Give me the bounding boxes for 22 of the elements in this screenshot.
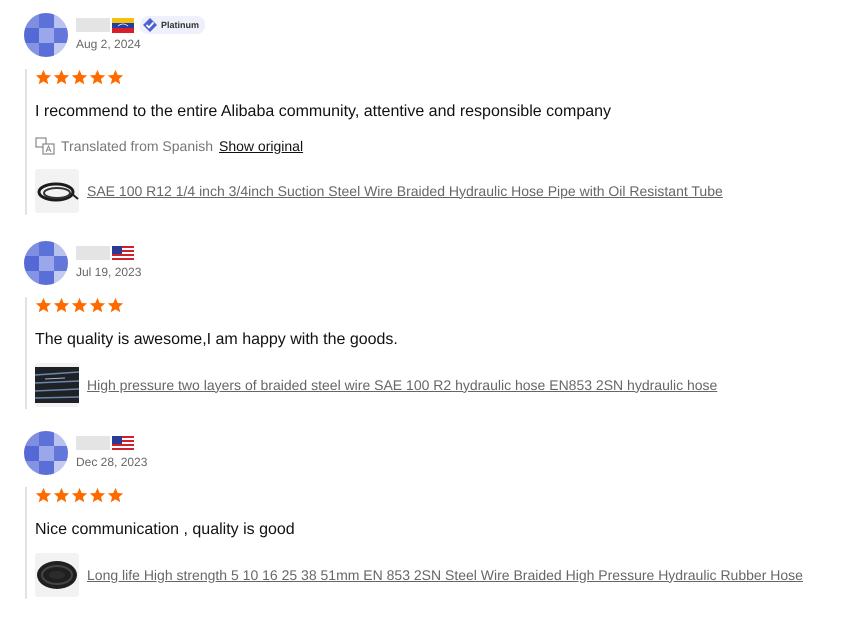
product-link[interactable]: High pressure two layers of braided steel wire SAE 100 R2 hydraulic hose EN853 2SN hydraulic hose <box>87 374 718 396</box>
flag-icon <box>112 246 134 260</box>
review-date: Jul 19, 2023 <box>76 265 142 279</box>
translate-icon <box>35 137 55 155</box>
product-link[interactable]: Long life High strength 5 10 16 25 38 51mm EN 853 2SN Steel Wire Braided High Pressure Hydraulic Rubber Hose <box>87 564 803 586</box>
review-text: I recommend to the entire Alibaba community, attentive and responsible company <box>35 103 612 121</box>
avatar <box>24 431 68 475</box>
translation-note: Translated from Spanish <box>61 138 213 154</box>
flag-icon <box>112 18 134 32</box>
review-text: Nice communication , quality is good <box>35 521 296 539</box>
review-date: Aug 2, 2024 <box>76 37 142 51</box>
platinum-badge: Platinum <box>140 16 206 34</box>
blurred-name <box>76 246 110 260</box>
flag-icon <box>112 436 134 450</box>
product-link[interactable]: SAE 100 R12 1/4 inch 3/4inch Suction Steel Wire Braided Hydraulic Hose Pipe with Oil Resistant Tube <box>87 180 723 202</box>
show-original-link[interactable]: Show original <box>219 138 304 154</box>
avatar <box>24 13 68 57</box>
blurred-name <box>76 18 110 32</box>
review-text: The quality is awesome,I am happy with the goods. <box>35 331 399 349</box>
blurred-name <box>76 436 110 450</box>
avatar <box>24 241 68 285</box>
review-date: Dec 28, 2023 <box>76 455 148 469</box>
